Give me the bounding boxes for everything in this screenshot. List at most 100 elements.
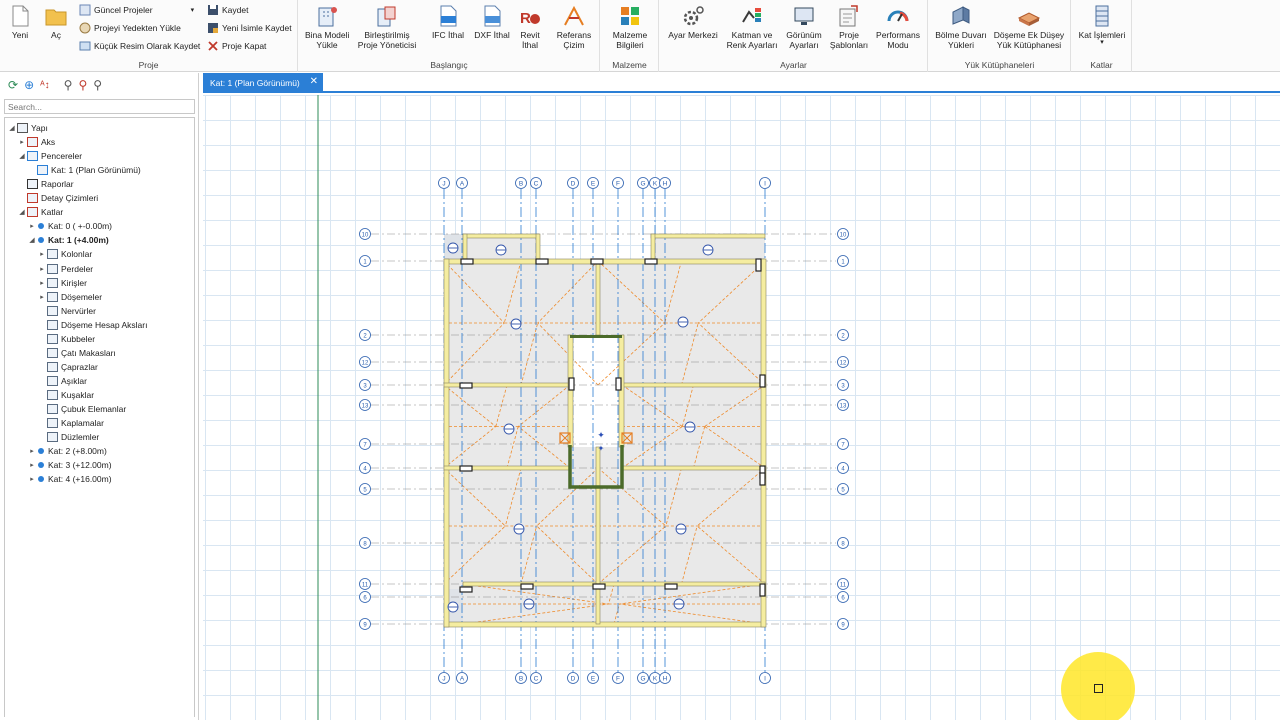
tree-item[interactable]: ▸ Kirişler <box>38 276 87 290</box>
chevron-right-icon[interactable]: ▸ <box>38 293 46 301</box>
tree-item[interactable]: Aşıklar <box>38 374 87 388</box>
material-info-icon <box>621 7 639 25</box>
tree-item[interactable]: ▸ Kat: 0 ( +-0.00m) <box>28 219 112 233</box>
katman-renk-button[interactable]: Katman ve Renk Ayarları <box>724 4 780 50</box>
ifc-ithal-button[interactable]: IFC İthal <box>427 4 469 40</box>
axis-bubble-label: I <box>764 676 766 683</box>
tree-item[interactable]: Çubuk Elemanlar <box>38 402 126 416</box>
tree-item[interactable]: ▸ Kat: 3 (+12.00m) <box>28 458 111 472</box>
bina-modeli-yukle-button[interactable]: Bina Modeli Yükle <box>305 4 349 50</box>
chevron-right-icon[interactable]: ▸ <box>28 222 36 230</box>
revit-ithal-button[interactable]: R Revit İthal <box>515 4 545 50</box>
group-katlar-label: Katlar <box>1090 60 1113 70</box>
tree-item[interactable]: Kaplamalar <box>38 416 104 430</box>
shear-wall-icon <box>47 263 58 274</box>
birlestirilmis-proje-button[interactable]: Birleştirilmiş Proje Yöneticisi <box>355 4 419 50</box>
tree-item-label: Kat: 4 (+16.00m) <box>48 474 112 485</box>
beam <box>760 258 767 628</box>
tree-item[interactable]: Kubbeler <box>38 332 95 346</box>
tree-item[interactable]: ▸ Perdeler <box>38 262 93 276</box>
guncel-projeler-button[interactable]: Güncel Projeler ▾ <box>79 1 194 18</box>
chevron-right-icon[interactable]: ▸ <box>38 250 46 258</box>
bolme-duvari-button[interactable]: Bölme Duvarı Yükleri <box>933 4 989 50</box>
chevron-right-icon[interactable]: ▸ <box>18 138 26 146</box>
chevron-right-icon[interactable]: ▸ <box>38 265 46 273</box>
tree-item[interactable]: ▸ Kolonlar <box>38 247 92 261</box>
zoom-clear-icon[interactable]: ⚲ <box>93 78 102 92</box>
tree-item[interactable]: Çaprazlar <box>38 360 98 374</box>
chevron-down-icon[interactable]: ◢ <box>8 124 16 132</box>
performans-modu-button[interactable]: Performans Modu <box>872 4 924 50</box>
chevron-right-icon[interactable]: ▸ <box>38 279 46 287</box>
tree-item[interactable]: ◢ Katlar <box>18 205 63 219</box>
tree-item[interactable]: ▸ Kat: 2 (+8.00m) <box>28 444 107 458</box>
column <box>459 586 473 593</box>
close-icon[interactable]: ✕ <box>310 76 318 87</box>
malzeme-bilgileri-button[interactable]: Malzeme Bilgileri <box>607 4 653 50</box>
tree-item[interactable]: Nervürler <box>38 304 96 318</box>
group-yuk-kutuphaneleri: Bölme Duvarı Yükleri Döşeme Ek Düşey Yük… <box>929 0 1071 72</box>
group-proje: Yeni Aç Güncel Projeler ▾ Projeyi Yedekt… <box>0 0 298 72</box>
tree-item[interactable]: Kat: 1 (Plan Görünümü) <box>28 163 141 177</box>
globe-icon[interactable]: ⊕ <box>24 78 34 92</box>
axis-bubble-label: A <box>460 181 465 188</box>
column <box>568 377 575 391</box>
cursor-pick-box <box>1094 684 1103 693</box>
dxf-ithal-button[interactable]: DXF İthal <box>471 4 513 40</box>
drawing-canvas[interactable]: ✦ ✦ J J A A B B C C D D E E F F G G K K H H I I 10 10 1 1 2 2 12 12 3 3 13… <box>203 95 1280 720</box>
bina-modeli-label: Bina Modeli Yükle <box>305 30 350 50</box>
ifc-label: IFC İthal <box>431 30 465 40</box>
chevron-right-icon[interactable]: ▸ <box>28 475 36 483</box>
chevron-down-icon[interactable]: ◢ <box>28 236 36 244</box>
tree-item-label: Yapı <box>31 123 48 133</box>
zoom-filter-icon[interactable]: ⚲ <box>64 78 73 92</box>
floor-operations-icon <box>1095 5 1109 27</box>
tree-item[interactable]: ▸ Aks <box>18 135 55 149</box>
chevron-down-icon[interactable]: ◢ <box>18 152 26 160</box>
refresh-icon[interactable]: ⟳ <box>8 78 18 92</box>
ayar-merkezi-button[interactable]: Ayar Merkezi <box>664 4 722 40</box>
axis-bubble-label: C <box>534 676 539 683</box>
tree-item[interactable]: ▸ Döşemeler <box>38 290 102 304</box>
katman-label: Katman ve Renk Ayarları <box>726 30 778 50</box>
tree-item[interactable]: ◢ Kat: 1 (+4.00m) <box>28 233 108 247</box>
printer-icon <box>27 179 38 190</box>
sort-icon[interactable]: ᴬ↕ <box>40 80 50 91</box>
kaydet-button[interactable]: Kaydet <box>207 1 248 18</box>
tree-item[interactable]: ▸ Kat: 4 (+16.00m) <box>28 472 112 486</box>
tree-item[interactable]: Detay Çizimleri <box>18 191 98 205</box>
new-file-icon <box>12 5 29 27</box>
tree-item[interactable]: Düzlemler <box>38 430 99 444</box>
kat-islemleri-button[interactable]: Kat İşlemleri ▾ <box>1076 4 1128 46</box>
yeni-isimle-kaydet-button[interactable]: Yeni İsimle Kaydet <box>207 19 292 36</box>
chevron-down-icon[interactable]: ◢ <box>18 208 26 216</box>
tree-item[interactable]: Döşeme Hesap Aksları <box>38 318 147 332</box>
proje-kapat-button[interactable]: Proje Kapat <box>207 37 266 54</box>
save-as-icon <box>208 22 218 33</box>
kucuk-resim-button[interactable]: Küçük Resim Olarak Kaydet <box>79 37 200 54</box>
axis-bubble-label: H <box>663 676 668 683</box>
dropdown-arrow-icon: ▾ <box>190 6 195 14</box>
tree-item[interactable]: ◢ Yapı <box>8 121 48 135</box>
search-input[interactable] <box>4 99 195 114</box>
tree-item[interactable]: ◢ Pencereler <box>18 149 82 163</box>
axis-bubble-label: 12 <box>840 361 847 367</box>
proje-sablonlari-button[interactable]: Proje Şablonları <box>828 4 870 50</box>
purlin-icon <box>47 375 58 386</box>
tree-item-label: Kat: 0 ( +-0.00m) <box>48 221 113 232</box>
beam-icon <box>47 277 58 288</box>
yeni-button[interactable]: Yeni <box>6 4 34 40</box>
referans-cizim-button[interactable]: Referans Çizim <box>553 4 595 50</box>
tree-item[interactable]: Çatı Makasları <box>38 346 116 360</box>
zoom-remove-icon[interactable]: ⚲ <box>78 78 87 92</box>
ac-button[interactable]: Aç <box>42 4 70 40</box>
tree-item[interactable]: Kuşaklar <box>38 388 94 402</box>
doseme-ek-button[interactable]: Döşeme Ek Düşey Yük Kütüphanesi <box>991 4 1067 50</box>
tree-item-label: Katlar <box>41 207 64 218</box>
gorunum-ayarlari-button[interactable]: Görünüm Ayarları <box>782 4 826 50</box>
tree-item[interactable]: Raporlar <box>18 177 74 191</box>
chevron-right-icon[interactable]: ▸ <box>28 461 36 469</box>
projeyi-yedekten-yukle-button[interactable]: Projeyi Yedekten Yükle <box>79 19 181 36</box>
chevron-right-icon[interactable]: ▸ <box>28 447 36 455</box>
tab-plan-view[interactable]: Kat: 1 (Plan Görünümü) ✕ <box>203 73 323 92</box>
